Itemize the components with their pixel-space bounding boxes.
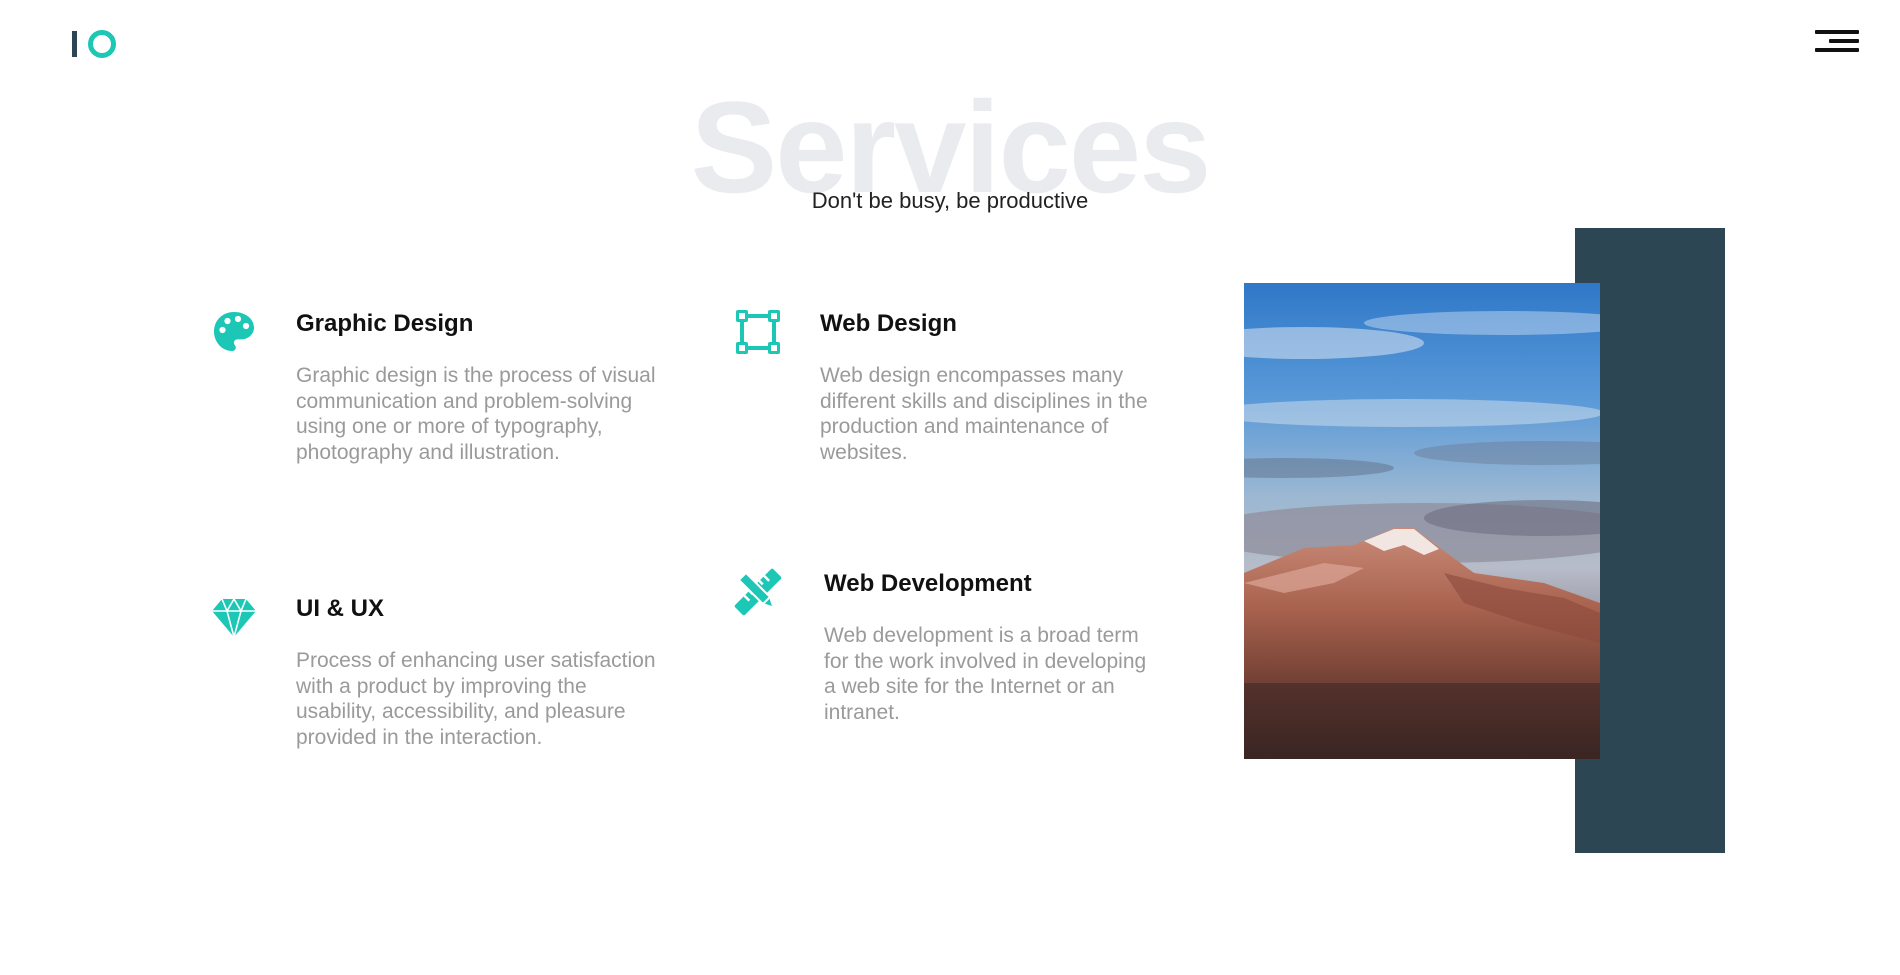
menu-line <box>1829 39 1859 43</box>
service-description: Process of enhancing user satisfaction w… <box>296 649 656 749</box>
service-ui-ux: UI & UX Process of enhancing user satisf… <box>210 593 670 783</box>
hamburger-menu-icon[interactable] <box>1815 30 1859 56</box>
service-web-development: Web Development Web development is a bro… <box>734 568 1194 738</box>
service-description: Graphic design is the process of visual … <box>296 364 656 464</box>
services-page: Services Don't be busy, be productive Gr… <box>0 0 1900 975</box>
palette-icon <box>210 308 258 356</box>
service-title: Web Design <box>820 310 957 337</box>
service-description: Web development is a broad term for the … <box>824 624 1147 724</box>
logo[interactable] <box>70 28 120 60</box>
section-subtitle: Don't be busy, be productive <box>811 188 1089 213</box>
service-title: Graphic Design <box>296 310 474 337</box>
logo-bar <box>72 31 77 57</box>
vector-square-icon <box>734 308 782 356</box>
service-description: Web design encompasses many different sk… <box>820 364 1148 464</box>
service-title: Web Development <box>824 570 1032 597</box>
pencil-ruler-icon <box>734 568 782 616</box>
logo-ring <box>88 30 116 58</box>
diamond-icon <box>210 593 258 641</box>
service-web-design: Web Design Web design encompasses many d… <box>734 308 1194 478</box>
service-title: UI & UX <box>296 595 385 622</box>
menu-line <box>1815 30 1859 34</box>
menu-line <box>1815 48 1859 52</box>
service-graphic-design: Graphic Design Graphic design is the pro… <box>210 308 670 498</box>
mountain-photo <box>1244 283 1600 759</box>
